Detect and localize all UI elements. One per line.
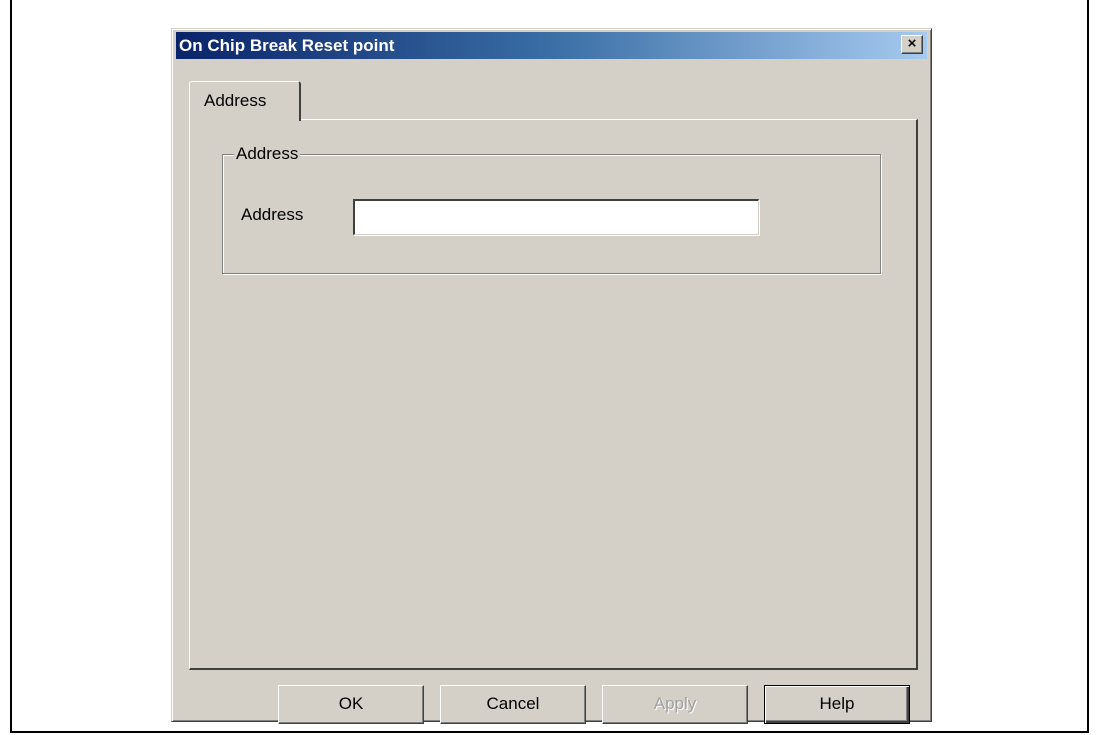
apply-button[interactable]: Apply [602,685,748,724]
groupbox-legend: Address [234,144,301,164]
title-bar[interactable]: On Chip Break Reset point × [176,32,927,59]
tab-address[interactable]: Address [189,81,301,121]
close-icon: × [907,35,917,52]
help-button[interactable]: Help [764,685,910,724]
address-input[interactable] [353,199,759,235]
window-title: On Chip Break Reset point [179,36,395,55]
tab-address-label: Address [204,91,267,110]
break-reset-dialog: On Chip Break Reset point × Address Addr… [171,28,932,724]
address-field-label: Address [241,205,304,224]
ok-button[interactable]: OK [278,685,424,724]
cancel-button[interactable]: Cancel [440,685,586,724]
close-button[interactable]: × [901,35,923,54]
address-groupbox: Address Address [222,144,881,274]
tab-panel-address: Address Address [189,119,918,670]
